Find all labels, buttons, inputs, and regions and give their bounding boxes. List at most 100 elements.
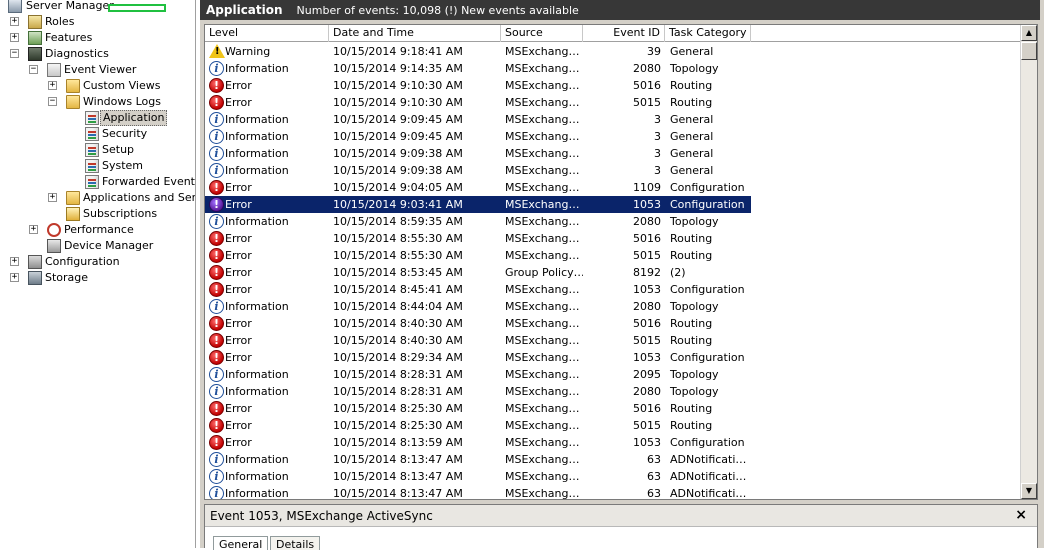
table-row[interactable]: Warning 10/15/2014 9:18:41 AM MSExchang… 39… xyxy=(205,43,751,60)
tree-item-diagnostics[interactable]: − Diagnostics xyxy=(0,46,195,62)
tree-item-server-manager[interactable]: Server Manager xyxy=(0,0,195,14)
tree-item-custom-views[interactable]: + Custom Views xyxy=(0,78,195,94)
table-row[interactable]: i Information 10/15/2014 8:28:31 AM MSExcha… xyxy=(205,383,751,400)
tree-item-subscriptions[interactable]: Subscriptions xyxy=(0,206,195,222)
table-row[interactable]: ! Error 10/15/2014 8:55:30 AM MSExchang… 501… xyxy=(205,247,751,264)
expand-toggle[interactable]: + xyxy=(10,257,19,266)
cell-level: ! Error xyxy=(205,349,329,366)
cell-date-time: 10/15/2014 8:40:30 AM xyxy=(333,317,463,330)
collapse-toggle[interactable]: − xyxy=(48,97,57,106)
tree-item-windows-logs[interactable]: − Windows Logs xyxy=(0,94,195,110)
table-row[interactable]: i Information 10/15/2014 8:13:47 AM MSExcha… xyxy=(205,451,751,468)
cell-source: MSExchang… xyxy=(505,181,580,194)
tree-item-storage[interactable]: + Storage xyxy=(0,270,195,286)
tree-item-application[interactable]: Application xyxy=(0,110,195,126)
cell-event-id: 5016 xyxy=(633,232,661,245)
cell-level: i Information xyxy=(205,383,329,400)
tree-item-forwarded-events[interactable]: Forwarded Events xyxy=(0,174,195,190)
table-row[interactable]: ! Error 10/15/2014 8:45:41 AM MSExchang… 105… xyxy=(205,281,751,298)
cell-task-category: General xyxy=(670,113,714,126)
table-row-selected[interactable]: ! Error 10/15/2014 9:03:41 AM MSExchang… 105… xyxy=(205,196,751,213)
cell-source: MSExchang… xyxy=(505,334,580,347)
table-row[interactable]: ! Error 10/15/2014 8:25:30 AM MSExchang… 501… xyxy=(205,400,751,417)
tree-label: Storage xyxy=(45,271,89,284)
expand-toggle[interactable]: + xyxy=(10,33,19,42)
log-icon xyxy=(85,143,99,157)
expand-toggle[interactable]: + xyxy=(48,193,57,202)
tree-item-roles[interactable]: + Roles xyxy=(0,14,195,30)
tree-item-configuration[interactable]: + Configuration xyxy=(0,254,195,270)
expand-toggle[interactable]: + xyxy=(29,225,38,234)
tree-item-applications-and-services[interactable]: + Applications and Servic xyxy=(0,190,195,206)
folder-icon xyxy=(66,191,80,205)
tree-item-performance[interactable]: + Performance xyxy=(0,222,195,238)
information-icon: i xyxy=(209,486,224,499)
warning-icon xyxy=(209,44,225,58)
table-row[interactable]: i Information 10/15/2014 8:59:35 AM MSExcha… xyxy=(205,213,751,230)
tree-label: Subscriptions xyxy=(83,207,158,220)
event-details-header: Event 1053, MSExchange ActiveSync × xyxy=(205,505,1037,527)
cell-source: MSExchang… xyxy=(505,164,580,177)
tree-item-device-manager[interactable]: Device Manager xyxy=(0,238,195,254)
information-icon: i xyxy=(209,367,224,382)
table-row[interactable]: ! Error 10/15/2014 8:25:30 AM MSExchang… 501… xyxy=(205,417,751,434)
table-row[interactable]: ! Error 10/15/2014 9:10:30 AM MSExchang… 501… xyxy=(205,94,751,111)
table-row[interactable]: ! Error 10/15/2014 8:40:30 AM MSExchang… 501… xyxy=(205,315,751,332)
scrollbar-thumb[interactable] xyxy=(1021,42,1037,60)
table-row[interactable]: i Information 10/15/2014 8:28:31 AM MSExcha… xyxy=(205,366,751,383)
cell-level: ! Error xyxy=(205,196,329,213)
close-icon[interactable]: × xyxy=(1015,507,1027,523)
table-row[interactable]: ! Error 10/15/2014 8:55:30 AM MSExchang… 501… xyxy=(205,230,751,247)
cell-level: i Information xyxy=(205,451,329,468)
error-icon: ! xyxy=(209,401,224,416)
cell-level: ! Error xyxy=(205,400,329,417)
log-title: Application xyxy=(206,3,283,17)
collapse-toggle[interactable]: − xyxy=(10,49,19,58)
tree-item-features[interactable]: + Features xyxy=(0,30,195,46)
cell-level: i Information xyxy=(205,366,329,383)
expand-toggle[interactable]: + xyxy=(10,17,19,26)
error-icon: ! xyxy=(209,316,224,331)
tree-item-security[interactable]: Security xyxy=(0,126,195,142)
tree-item-setup[interactable]: Setup xyxy=(0,142,195,158)
log-icon xyxy=(85,127,99,141)
tree-item-system[interactable]: System xyxy=(0,158,195,174)
column-header-date-time[interactable]: Date and Time xyxy=(329,25,501,42)
table-row[interactable]: i Information 10/15/2014 9:09:45 AM MSExcha… xyxy=(205,111,751,128)
tree-label: Device Manager xyxy=(64,239,154,252)
column-header-task-category[interactable]: Task Category xyxy=(665,25,751,42)
level-text: Information xyxy=(225,300,289,313)
expand-toggle[interactable]: + xyxy=(10,273,19,282)
level-text: Information xyxy=(225,368,289,381)
table-row[interactable]: i Information 10/15/2014 8:13:47 AM MSExcha… xyxy=(205,468,751,485)
table-row[interactable]: ! Error 10/15/2014 9:04:05 AM MSExchang… 110… xyxy=(205,179,751,196)
column-header-source[interactable]: Source xyxy=(501,25,583,42)
table-row[interactable]: i Information 10/15/2014 9:09:38 AM MSExcha… xyxy=(205,145,751,162)
cell-level: ! Error xyxy=(205,247,329,264)
vertical-scrollbar[interactable]: ▲ ▼ xyxy=(1020,25,1037,499)
table-row[interactable]: i Information 10/15/2014 9:14:35 AM MSExcha… xyxy=(205,60,751,77)
table-row[interactable]: i Information 10/15/2014 9:09:45 AM MSExcha… xyxy=(205,128,751,145)
information-icon: i xyxy=(209,163,224,178)
tree-label: Event Viewer xyxy=(64,63,137,76)
column-header-event-id[interactable]: Event ID xyxy=(583,25,665,42)
table-row[interactable]: i Information 10/15/2014 8:44:04 AM MSExcha… xyxy=(205,298,751,315)
scroll-up-button[interactable]: ▲ xyxy=(1021,25,1037,41)
table-row[interactable]: i Information 10/15/2014 8:13:47 AM MSExcha… xyxy=(205,485,751,499)
error-icon: ! xyxy=(209,180,224,195)
table-row[interactable]: ! Error 10/15/2014 8:53:45 AM Group Policy…… xyxy=(205,264,751,281)
collapse-toggle[interactable]: − xyxy=(29,65,38,74)
table-row[interactable]: i Information 10/15/2014 9:09:38 AM MSExcha… xyxy=(205,162,751,179)
scroll-down-button[interactable]: ▼ xyxy=(1021,483,1037,499)
tree-item-event-viewer[interactable]: − Event Viewer xyxy=(0,62,195,78)
table-row[interactable]: ! Error 10/15/2014 8:40:30 AM MSExchang… 501… xyxy=(205,332,751,349)
table-row[interactable]: ! Error 10/15/2014 9:10:30 AM MSExchang… 501… xyxy=(205,77,751,94)
folder-icon xyxy=(66,95,80,109)
expand-toggle[interactable]: + xyxy=(48,81,57,90)
table-row[interactable]: ! Error 10/15/2014 8:13:59 AM MSExchang… 105… xyxy=(205,434,751,451)
cell-event-id: 5015 xyxy=(633,334,661,347)
column-header-level[interactable]: Level xyxy=(205,25,329,42)
cell-date-time: 10/15/2014 9:18:41 AM xyxy=(333,45,463,58)
table-row[interactable]: ! Error 10/15/2014 8:29:34 AM MSExchang… 105… xyxy=(205,349,751,366)
cell-task-category: (2) xyxy=(670,266,686,279)
